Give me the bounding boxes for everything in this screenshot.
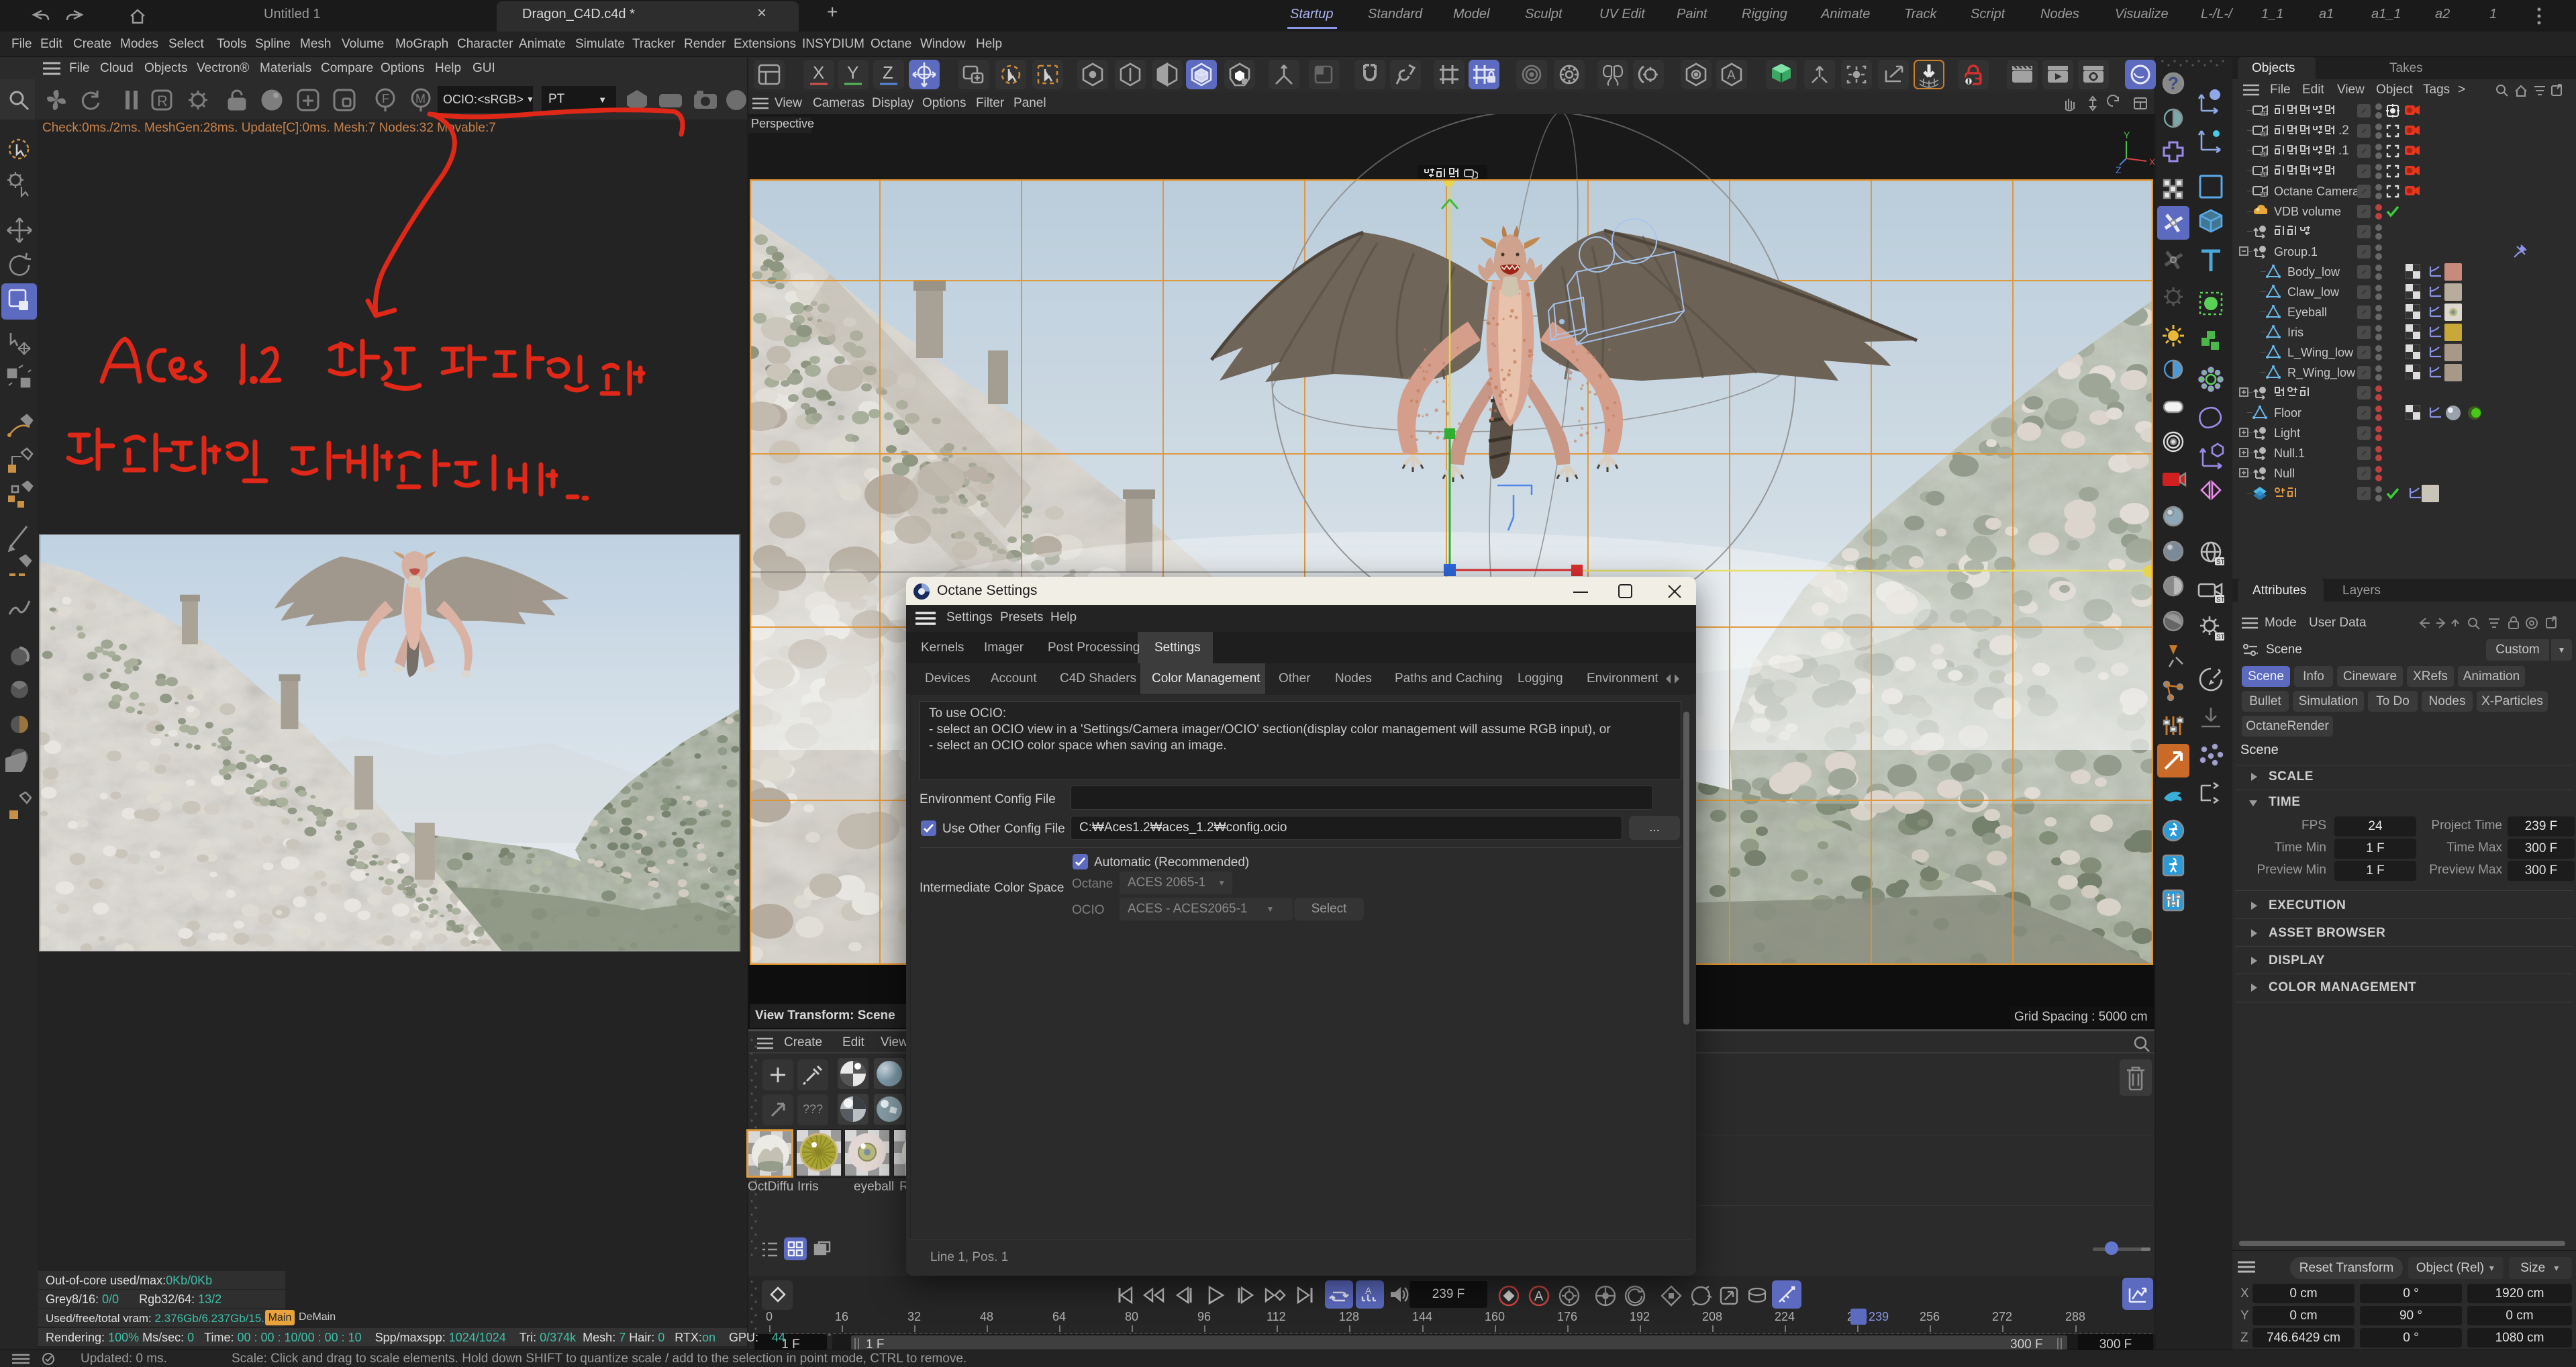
- svg-text:F: F: [382, 92, 389, 105]
- svg-text:ST: ST: [2216, 596, 2225, 604]
- svg-text:X: X: [813, 62, 824, 83]
- svg-text:ST: ST: [2261, 173, 2268, 177]
- svg-text:ST: ST: [2216, 559, 2225, 566]
- svg-text:A: A: [1365, 1285, 1372, 1296]
- svg-text:ST: ST: [2261, 112, 2268, 117]
- svg-text:X: X: [2149, 156, 2154, 167]
- svg-text:Z: Z: [2116, 164, 2122, 173]
- svg-text:?: ?: [2168, 73, 2179, 93]
- svg-text:Y: Y: [847, 62, 858, 83]
- svg-text:ST: ST: [2261, 152, 2268, 157]
- svg-text:ST: ST: [2261, 132, 2268, 137]
- svg-text:ST: ST: [2261, 193, 2268, 197]
- svg-text:Z: Z: [883, 62, 893, 83]
- svg-text:ST: ST: [2216, 634, 2225, 641]
- svg-text:A: A: [1727, 68, 1736, 83]
- svg-text:Y: Y: [2124, 132, 2130, 140]
- svg-text:R: R: [157, 93, 168, 109]
- svg-text:A: A: [1534, 1289, 1544, 1304]
- svg-text:M: M: [415, 92, 426, 105]
